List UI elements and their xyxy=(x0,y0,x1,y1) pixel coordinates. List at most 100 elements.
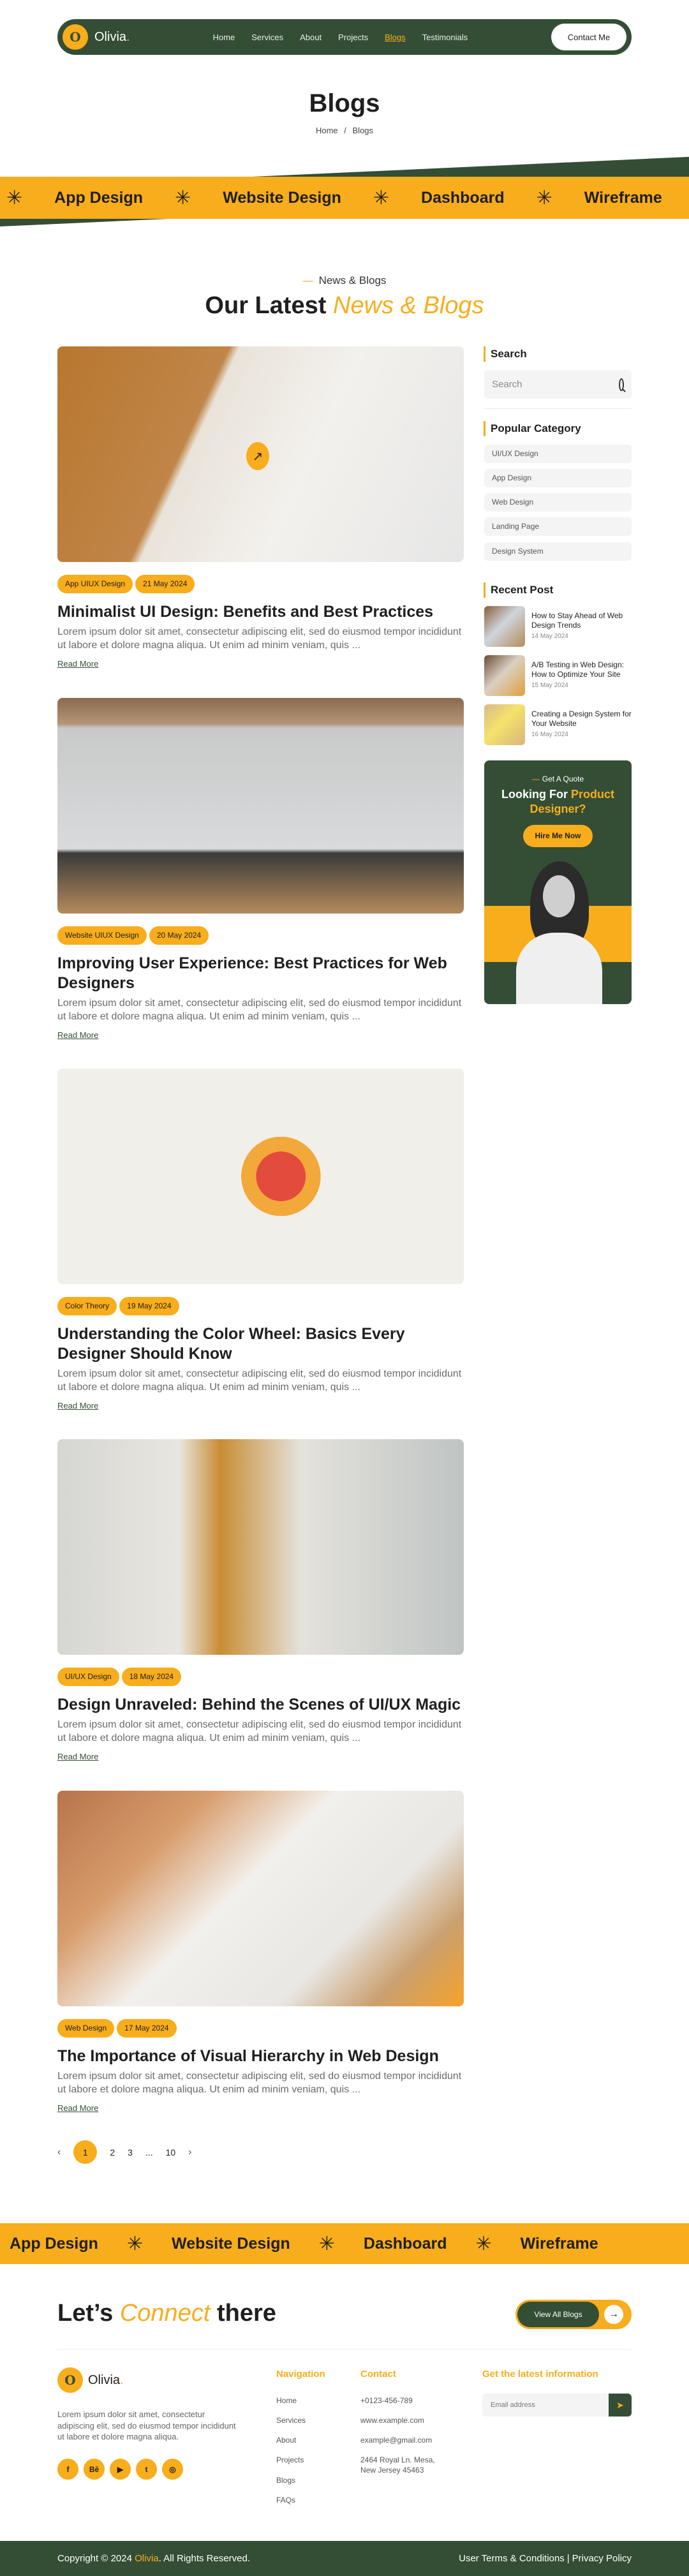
youtube-icon[interactable]: ▶ xyxy=(110,2459,131,2480)
post-image[interactable] xyxy=(57,1439,464,1655)
date-badge: 19 May 2024 xyxy=(119,1297,179,1315)
post-image[interactable]: ↗ xyxy=(57,346,464,562)
star-icon: ✳ xyxy=(475,2233,492,2254)
logo[interactable]: O Olivia. xyxy=(63,24,130,50)
recent-post-title[interactable]: How to Stay Ahead of Web Design Trends xyxy=(531,611,632,630)
footer-nav-faqs[interactable]: FAQs xyxy=(276,2496,295,2505)
recent-post[interactable]: How to Stay Ahead of Web Design Trends 1… xyxy=(484,606,632,647)
nav-testimonials[interactable]: Testimonials xyxy=(422,33,468,42)
read-more-link[interactable]: Read More xyxy=(57,1752,98,1761)
footer-nav-projects[interactable]: Projects xyxy=(276,2455,304,2464)
post-excerpt: Lorem ipsum dolor sit amet, consectetur … xyxy=(57,1368,462,1393)
recent-post-title[interactable]: Creating a Design System for Your Websit… xyxy=(531,709,632,729)
footer-nav-blogs[interactable]: Blogs xyxy=(276,2476,295,2485)
recent-post-title[interactable]: A/B Testing in Web Design: How to Optimi… xyxy=(531,660,632,679)
recent-post-thumbnail[interactable] xyxy=(484,704,525,745)
page-3[interactable]: 3 xyxy=(128,2147,133,2158)
category-badge[interactable]: Color Theory xyxy=(57,1297,117,1315)
nav-services[interactable]: Services xyxy=(251,33,283,42)
contact-email[interactable]: example@gmail.com xyxy=(360,2436,432,2446)
chevron-left-icon[interactable]: ‹ xyxy=(57,2147,61,2158)
footer-nav-home[interactable]: Home xyxy=(276,2396,297,2405)
recent-post-thumbnail[interactable] xyxy=(484,655,525,696)
post-title[interactable]: The Importance of Visual Hierarchy in We… xyxy=(57,2047,464,2066)
post-excerpt: Lorem ipsum dolor sit amet, consectetur … xyxy=(57,626,462,651)
post-title[interactable]: Minimalist UI Design: Benefits and Best … xyxy=(57,602,464,622)
category-badge[interactable]: Website UIUX Design xyxy=(57,926,147,945)
category-item[interactable]: Web Design xyxy=(484,493,632,512)
main-nav: Home Services About Projects Blogs Testi… xyxy=(213,33,468,42)
read-more-link[interactable]: Read More xyxy=(57,2103,98,2113)
contact-me-button[interactable]: Contact Me xyxy=(551,24,626,50)
breadcrumb-separator: / xyxy=(344,126,346,135)
recent-post-date: 14 May 2024 xyxy=(531,633,568,640)
blog-post: ↗ App UIUX Design 21 May 2024 Minimalist… xyxy=(57,346,464,670)
category-item[interactable]: UI/UX Design xyxy=(484,445,632,463)
post-title[interactable]: Understanding the Color Wheel: Basics Ev… xyxy=(57,1324,464,1364)
bottom-bar: Copyright © 2024 Olivia. All Rights Rese… xyxy=(0,2541,689,2576)
recent-post-thumbnail[interactable] xyxy=(484,606,525,647)
post-image[interactable] xyxy=(57,1069,464,1284)
page-2[interactable]: 2 xyxy=(110,2147,115,2158)
marquee-item: Dashboard xyxy=(363,2234,447,2253)
nav-about[interactable]: About xyxy=(300,33,322,42)
post-title[interactable]: Design Unraveled: Behind the Scenes of U… xyxy=(57,1695,464,1715)
read-more-link[interactable]: Read More xyxy=(57,1401,98,1410)
page-1[interactable]: 1 xyxy=(73,2140,98,2164)
post-title[interactable]: Improving User Experience: Best Practice… xyxy=(57,954,464,993)
logo-mark-icon: O xyxy=(57,2367,83,2393)
read-more-link[interactable]: Read More xyxy=(57,659,98,669)
category-badge[interactable]: UI/UX Design xyxy=(57,1668,119,1686)
nav-home[interactable]: Home xyxy=(213,33,235,42)
footer-logo[interactable]: O Olivia. xyxy=(57,2367,124,2393)
contact-phone[interactable]: +0123-456-789 xyxy=(360,2396,413,2406)
recent-post[interactable]: A/B Testing in Web Design: How to Optimi… xyxy=(484,655,632,696)
category-badge[interactable]: App UIUX Design xyxy=(57,575,133,593)
star-icon: ✳ xyxy=(6,187,23,209)
privacy-link[interactable]: Privacy Policy xyxy=(572,2553,632,2564)
navbar: O Olivia. Home Services About Projects B… xyxy=(57,19,632,55)
newsletter-form: ➤ xyxy=(482,2394,632,2417)
sidebar-divider xyxy=(484,408,632,409)
view-all-blogs-label[interactable]: View All Blogs xyxy=(517,2302,599,2327)
hire-me-button[interactable]: Hire Me Now xyxy=(523,824,593,847)
recent-post[interactable]: Creating a Design System for Your Websit… xyxy=(484,704,632,745)
legal-links: User Terms & Conditions | Privacy Policy xyxy=(459,2553,632,2564)
instagram-icon[interactable]: ◎ xyxy=(162,2459,183,2480)
newsletter-email-input[interactable] xyxy=(482,2394,609,2417)
post-image[interactable] xyxy=(57,698,464,914)
read-more-link[interactable]: Read More xyxy=(57,1030,98,1040)
footer-nav-about[interactable]: About xyxy=(276,2436,296,2445)
logo-text: Olivia. xyxy=(94,29,130,44)
quote-eyebrow: — Get A Quote xyxy=(531,774,584,783)
marquee-item: Wireframe xyxy=(520,2234,598,2253)
arrow-up-right-icon[interactable]: ↗ xyxy=(246,442,269,470)
category-item[interactable]: Design System xyxy=(484,542,632,561)
nav-blogs[interactable]: Blogs xyxy=(385,33,406,42)
post-image[interactable] xyxy=(57,1791,464,2006)
page-title: Blogs xyxy=(309,89,380,117)
category-item[interactable]: App Design xyxy=(484,469,632,487)
recent-post-date: 15 May 2024 xyxy=(531,682,568,689)
page-10[interactable]: 10 xyxy=(166,2147,176,2158)
marquee-item: Website Design xyxy=(223,188,341,207)
send-icon[interactable]: ➤ xyxy=(609,2394,632,2417)
view-all-blogs-button[interactable]: View All Blogs → xyxy=(515,2300,632,2329)
category-badge[interactable]: Web Design xyxy=(57,2019,115,2038)
terms-link[interactable]: User Terms & Conditions xyxy=(459,2553,565,2564)
chevron-right-icon[interactable]: › xyxy=(188,2147,191,2158)
facebook-icon[interactable]: f xyxy=(57,2459,78,2480)
nav-projects[interactable]: Projects xyxy=(338,33,368,42)
search-input[interactable] xyxy=(492,379,619,390)
post-tags: Web Design 17 May 2024 xyxy=(57,2019,464,2038)
behance-icon[interactable]: Bē xyxy=(84,2459,105,2480)
twitter-icon[interactable]: t xyxy=(136,2459,157,2480)
contact-website[interactable]: www.example.com xyxy=(360,2416,424,2426)
arrow-right-icon[interactable]: → xyxy=(604,2305,623,2324)
search-icon[interactable] xyxy=(619,378,624,391)
category-item[interactable]: Landing Page xyxy=(484,517,632,536)
breadcrumb-home[interactable]: Home xyxy=(316,126,338,135)
date-badge: 21 May 2024 xyxy=(135,575,195,593)
quote-title: Looking For Product Designer? xyxy=(501,788,614,816)
footer-nav-services[interactable]: Services xyxy=(276,2416,306,2425)
